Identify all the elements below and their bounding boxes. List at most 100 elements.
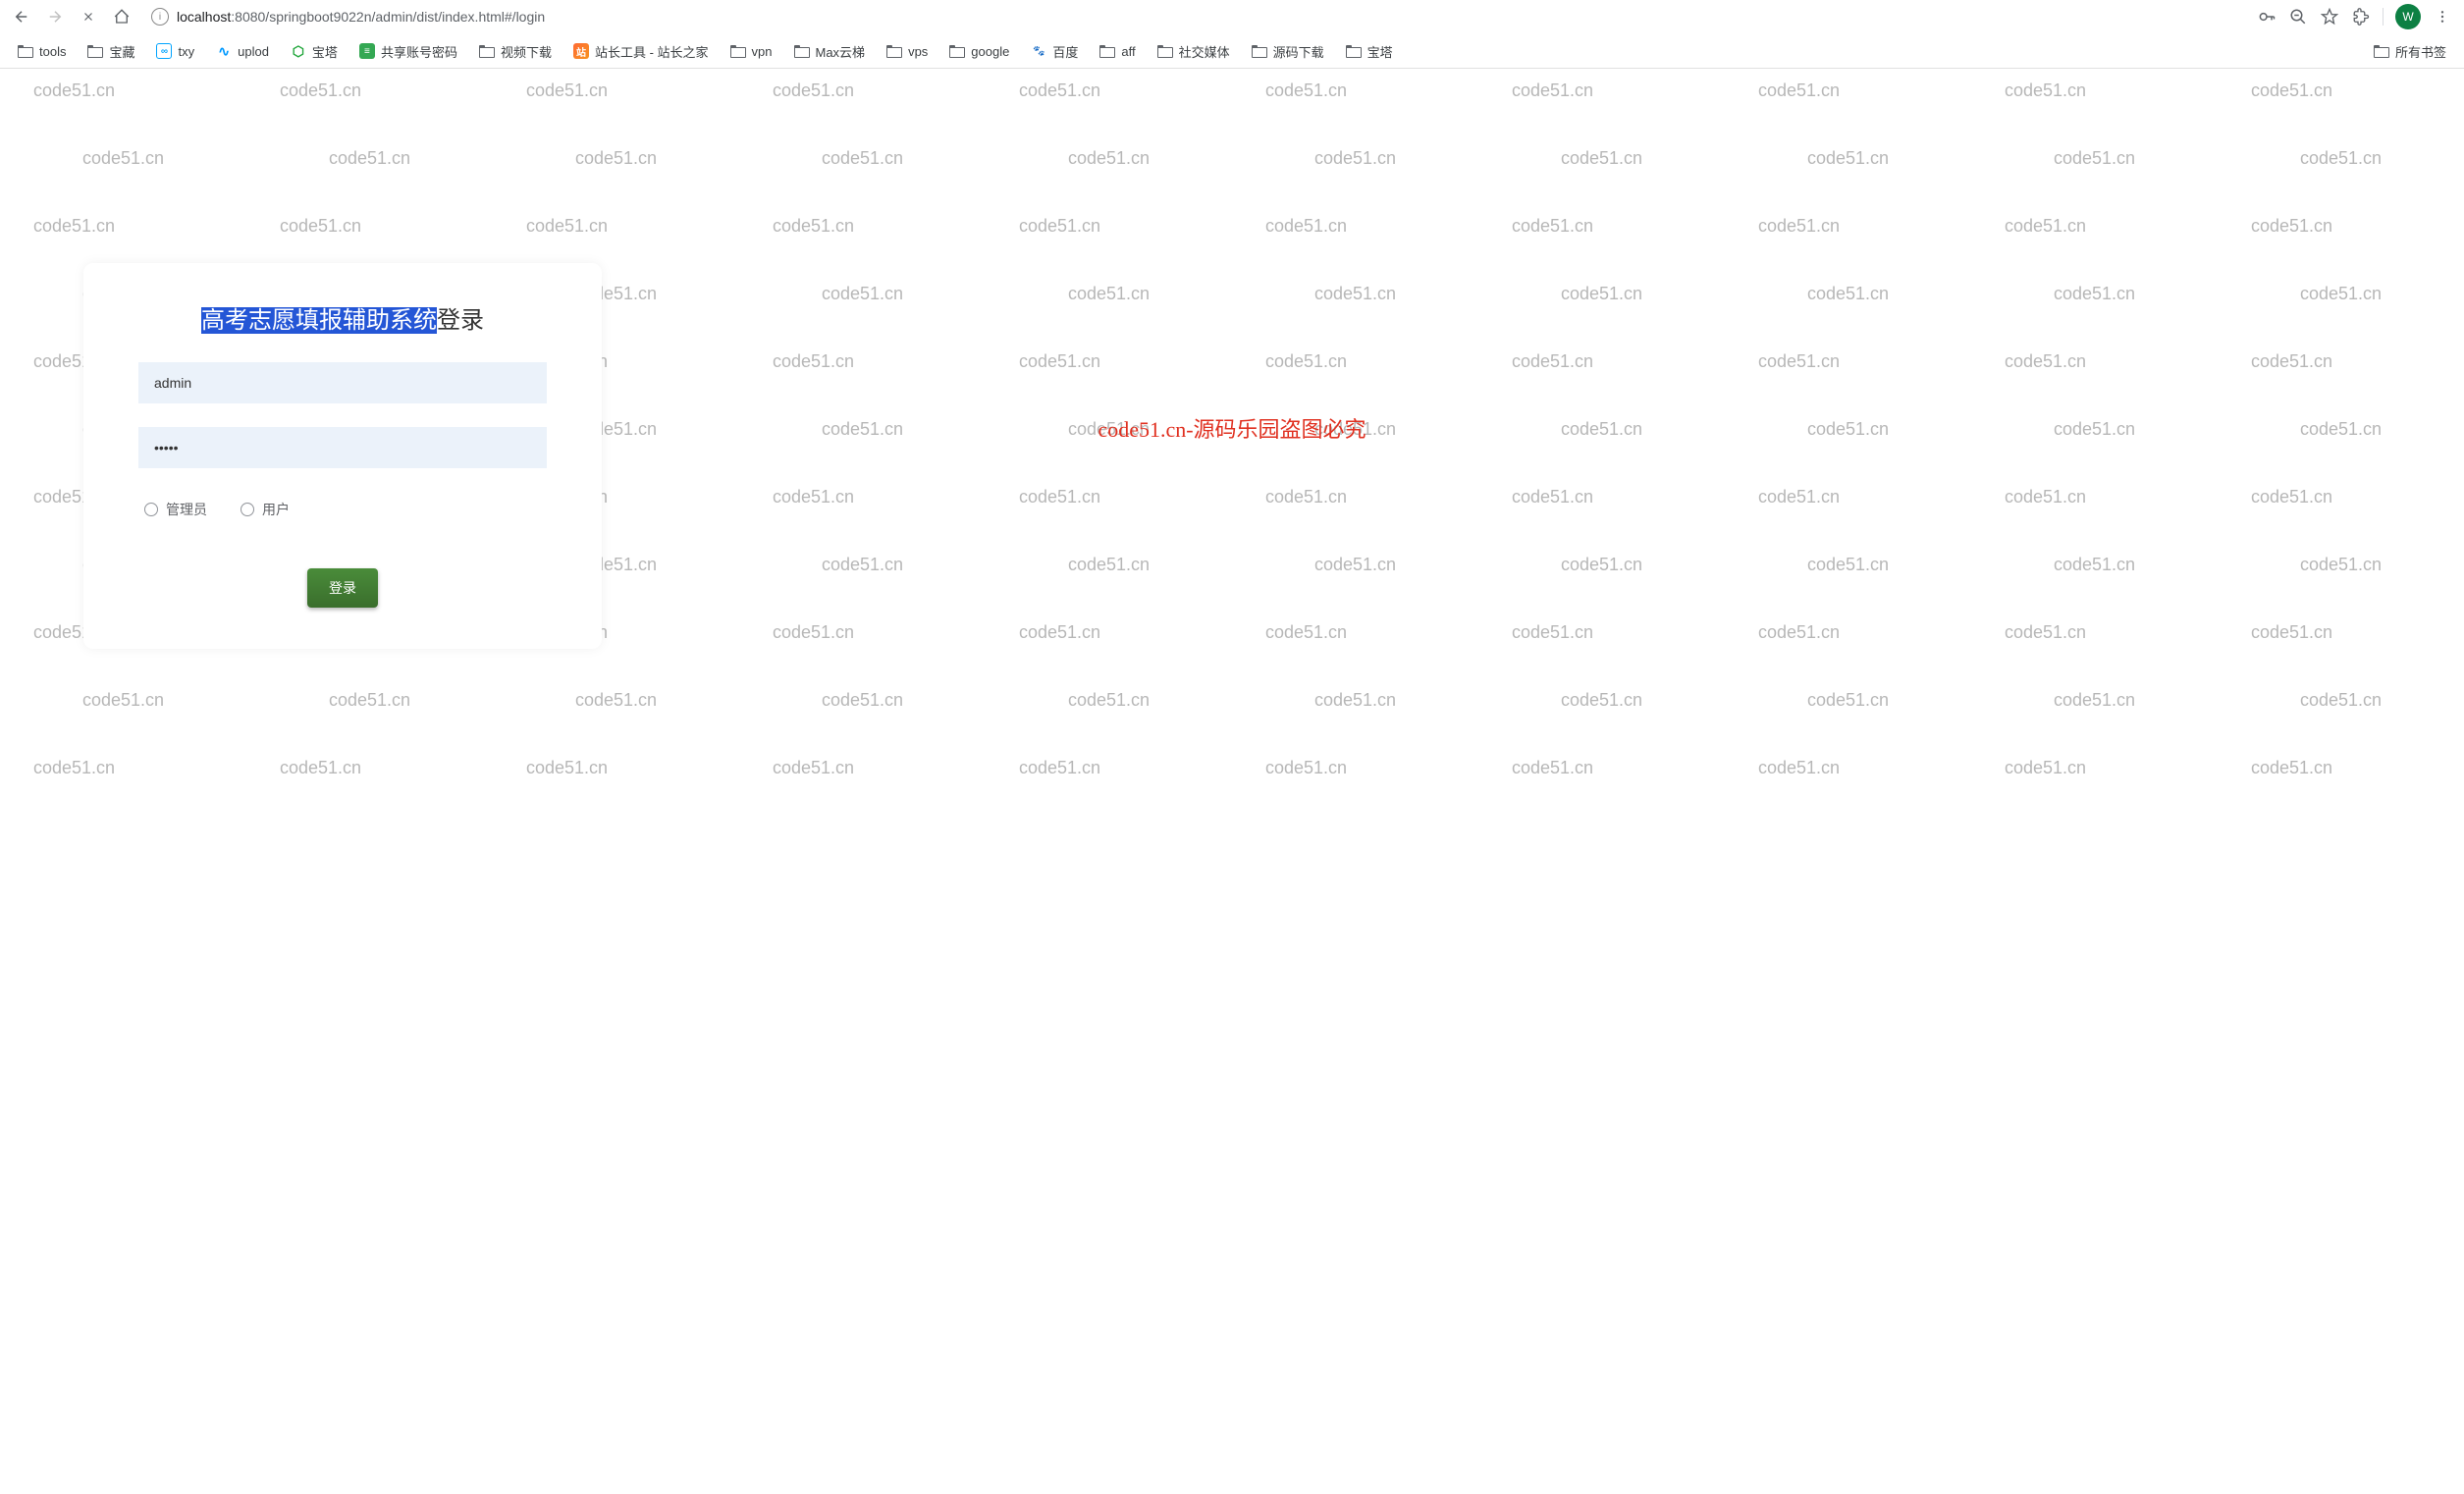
watermark-text: code51.cn xyxy=(1807,690,1889,711)
bookmark-item[interactable]: ⬡宝塔 xyxy=(285,38,344,65)
bookmarks-bar: tools宝藏∞txy∿uplod⬡宝塔≡共享账号密码视频下载站站长工具 - 站… xyxy=(0,33,2464,69)
watermark-text: code51.cn xyxy=(1758,487,1840,507)
watermark-text: code51.cn xyxy=(822,690,903,711)
watermark-text: code51.cn xyxy=(1758,758,1840,778)
password-input[interactable] xyxy=(138,427,547,468)
bookmark-item[interactable]: aff xyxy=(1094,40,1141,63)
watermark-text: code51.cn xyxy=(2300,148,2382,169)
watermark-text: code51.cn xyxy=(2005,622,2086,643)
favicon-icon: ∞ xyxy=(156,43,172,59)
bookmark-item[interactable]: 宝塔 xyxy=(1340,38,1399,65)
watermark-text: code51.cn xyxy=(822,419,903,440)
watermark-text: code51.cn xyxy=(1512,487,1593,507)
info-icon: i xyxy=(151,8,169,26)
bookmark-item[interactable]: 🐾 百度 xyxy=(1025,38,1084,65)
watermark-text: code51.cn xyxy=(1265,758,1347,778)
bookmark-item[interactable]: 站站长工具 - 站长之家 xyxy=(567,38,715,65)
bookmark-item[interactable]: ∞ txy xyxy=(150,39,200,63)
bookmark-label: 宝塔 xyxy=(1367,42,1393,61)
watermark-text: code51.cn xyxy=(280,216,361,237)
watermark-text: code51.cn xyxy=(1068,555,1150,575)
back-button[interactable] xyxy=(8,3,35,30)
bookmark-item[interactable]: ≡共享账号密码 xyxy=(353,38,463,65)
url-bar[interactable]: i localhost:8080/springboot9022n/admin/d… xyxy=(141,2,2251,31)
watermark-text: code51.cn xyxy=(1807,555,1889,575)
bookmark-star-icon[interactable] xyxy=(2320,7,2339,27)
watermark-text: code51.cn xyxy=(329,148,410,169)
bookmark-item[interactable]: Max云梯 xyxy=(788,38,872,65)
role-radio-user[interactable]: 用户 xyxy=(241,500,290,519)
watermark-text: code51.cn xyxy=(1019,216,1100,237)
bookmark-label: aff xyxy=(1121,44,1135,59)
bookmark-label: 源码下载 xyxy=(1273,42,1324,61)
watermark-text: code51.cn xyxy=(33,216,115,237)
zoom-icon[interactable] xyxy=(2288,7,2308,27)
folder-icon xyxy=(1157,45,1173,58)
watermark-warning: code51.cn-源码乐园盗图必究 xyxy=(1098,412,1366,444)
watermark-text: code51.cn xyxy=(1561,555,1642,575)
watermark-text: code51.cn xyxy=(2005,216,2086,237)
extensions-icon[interactable] xyxy=(2351,7,2371,27)
watermark-text: code51.cn xyxy=(1265,622,1347,643)
chrome-actions: W xyxy=(2257,4,2456,29)
bookmark-all[interactable]: 所有书签 xyxy=(2368,38,2452,65)
watermark-text: code51.cn xyxy=(773,80,854,101)
watermark-text: code51.cn xyxy=(82,690,164,711)
watermark-text: code51.cn xyxy=(1758,351,1840,372)
login-button[interactable]: 登录 xyxy=(307,568,378,608)
bookmark-label: vps xyxy=(908,44,928,59)
watermark-text: code51.cn xyxy=(1265,351,1347,372)
watermark-text: code51.cn xyxy=(2251,758,2332,778)
forward-button[interactable] xyxy=(41,3,69,30)
favicon-icon: ⬡ xyxy=(291,43,306,59)
watermark-text: code51.cn xyxy=(2251,351,2332,372)
watermark-text: code51.cn xyxy=(2251,622,2332,643)
bookmark-label: tools xyxy=(39,44,66,59)
bookmark-item[interactable]: google xyxy=(943,40,1015,63)
bookmark-item[interactable]: vps xyxy=(881,40,934,63)
bookmark-label: txy xyxy=(178,44,194,59)
bookmark-item[interactable]: 宝藏 xyxy=(81,38,140,65)
bookmark-item[interactable]: ∿ uplod xyxy=(210,39,275,63)
watermark-text: code51.cn xyxy=(822,148,903,169)
watermark-text: code51.cn xyxy=(1314,148,1396,169)
login-button-wrap: 登录 xyxy=(138,568,547,608)
bookmark-item[interactable]: 视频下载 xyxy=(473,38,558,65)
role-radio-group: 管理员 用户 xyxy=(138,500,547,519)
folder-icon xyxy=(2374,45,2389,58)
bookmark-item[interactable]: 源码下载 xyxy=(1246,38,1330,65)
watermark-text: code51.cn xyxy=(773,622,854,643)
watermark-text: code51.cn xyxy=(2251,487,2332,507)
folder-icon xyxy=(18,45,33,58)
menu-dots-icon[interactable] xyxy=(2433,7,2452,27)
folder-icon xyxy=(1252,45,1267,58)
watermark-text: code51.cn xyxy=(2054,419,2135,440)
bookmark-item[interactable]: tools xyxy=(12,40,72,63)
password-key-icon[interactable] xyxy=(2257,7,2277,27)
favicon-icon: 站 xyxy=(573,43,589,59)
folder-icon xyxy=(886,45,902,58)
watermark-text: code51.cn xyxy=(1314,284,1396,304)
home-button[interactable] xyxy=(108,3,135,30)
toolbar-row: i localhost:8080/springboot9022n/admin/d… xyxy=(0,0,2464,33)
username-input[interactable] xyxy=(138,362,547,403)
bookmark-label: 所有书签 xyxy=(2395,42,2446,61)
watermark-text: code51.cn xyxy=(1758,80,1840,101)
bookmark-label: vpn xyxy=(752,44,773,59)
favicon-icon: 🐾 xyxy=(1031,43,1046,59)
watermark-text: code51.cn xyxy=(1512,216,1593,237)
bookmark-label: uplod xyxy=(238,44,269,59)
bookmark-item[interactable]: vpn xyxy=(724,40,778,63)
bookmark-item[interactable]: 社交媒体 xyxy=(1152,38,1236,65)
radio-circle-icon xyxy=(144,503,158,516)
stop-button[interactable] xyxy=(75,3,102,30)
bookmark-label: 百度 xyxy=(1052,42,1078,61)
favicon-icon: ∿ xyxy=(216,43,232,59)
watermark-text: code51.cn xyxy=(773,351,854,372)
watermark-text: code51.cn xyxy=(33,80,115,101)
profile-avatar[interactable]: W xyxy=(2395,4,2421,29)
watermark-text: code51.cn xyxy=(1019,758,1100,778)
watermark-text: code51.cn xyxy=(2300,690,2382,711)
watermark-text: code51.cn xyxy=(1068,284,1150,304)
role-radio-admin[interactable]: 管理员 xyxy=(144,500,207,519)
